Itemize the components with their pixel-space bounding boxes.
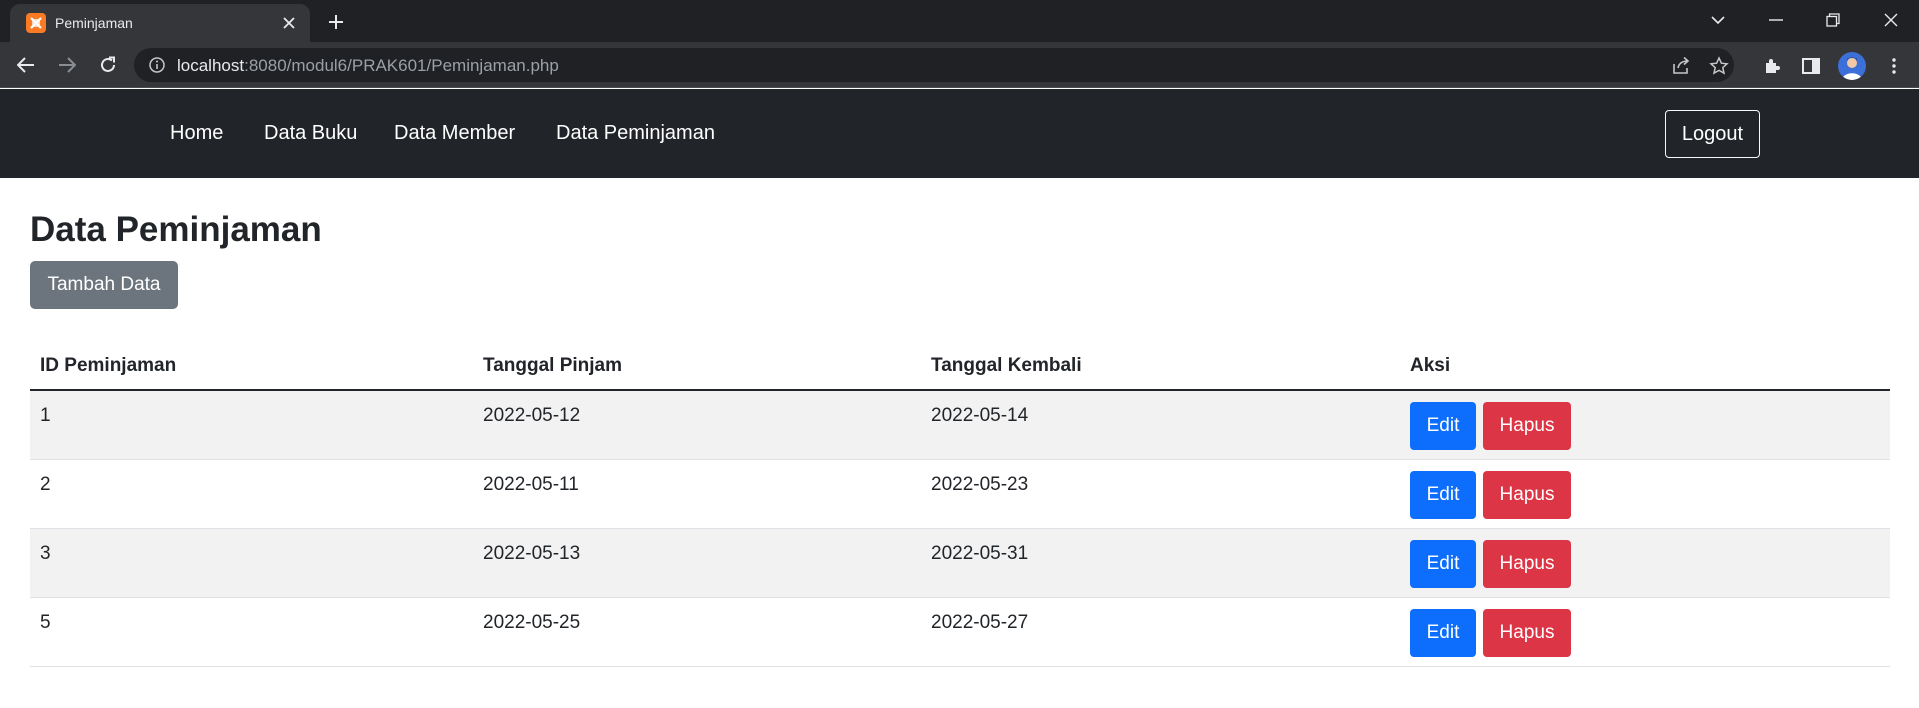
delete-button[interactable]: Hapus xyxy=(1483,540,1571,588)
header-aksi: Aksi xyxy=(1410,355,1451,376)
cell-tanggal-kembali: 2022-05-27 xyxy=(931,612,1029,633)
url-text: localhost:8080/modul6/PRAK601/Peminjaman… xyxy=(177,56,559,76)
tab-close-icon[interactable] xyxy=(278,12,300,34)
table-row: 1 2022-05-12 2022-05-14 Edit Hapus xyxy=(30,391,1890,460)
edit-button[interactable]: Edit xyxy=(1410,471,1476,519)
nav-link-data-peminjaman[interactable]: Data Peminjaman xyxy=(556,122,715,145)
extensions-puzzle-icon[interactable] xyxy=(1760,54,1784,78)
browser-toolbar: localhost:8080/modul6/PRAK601/Peminjaman… xyxy=(0,42,1919,88)
tab-title: Peminjaman xyxy=(55,15,133,31)
bookmark-star-icon[interactable] xyxy=(1708,55,1730,77)
share-icon[interactable] xyxy=(1670,55,1692,77)
edit-button[interactable]: Edit xyxy=(1410,540,1476,588)
tab-search-chevron-icon[interactable] xyxy=(1700,6,1736,34)
delete-button[interactable]: Hapus xyxy=(1483,471,1571,519)
nav-link-data-buku[interactable]: Data Buku xyxy=(264,122,357,145)
profile-avatar[interactable] xyxy=(1838,52,1866,80)
header-tanggal-kembali: Tanggal Kembali xyxy=(931,355,1082,376)
cell-tanggal-kembali: 2022-05-14 xyxy=(931,405,1029,426)
reload-icon[interactable] xyxy=(93,50,123,80)
table-row: 2 2022-05-11 2022-05-23 Edit Hapus xyxy=(30,460,1890,529)
window-close-icon[interactable] xyxy=(1873,6,1909,34)
header-id-peminjaman: ID Peminjaman xyxy=(40,355,177,376)
cell-tanggal-pinjam: 2022-05-12 xyxy=(483,405,581,426)
site-info-icon[interactable] xyxy=(148,56,166,74)
side-panel-icon[interactable] xyxy=(1799,54,1823,78)
site-navbar: Home Data Buku Data Member Data Peminjam… xyxy=(0,89,1919,178)
cell-id: 2 xyxy=(40,474,51,495)
back-arrow-icon[interactable] xyxy=(11,50,41,80)
restore-icon[interactable] xyxy=(1815,6,1851,34)
cell-id: 1 xyxy=(40,405,51,426)
forward-arrow-icon[interactable] xyxy=(52,50,82,80)
cell-tanggal-pinjam: 2022-05-11 xyxy=(483,474,579,495)
xampp-favicon-icon xyxy=(26,13,46,33)
logout-button[interactable]: Logout xyxy=(1665,110,1760,158)
edit-button[interactable]: Edit xyxy=(1410,402,1476,450)
cell-tanggal-kembali: 2022-05-31 xyxy=(931,543,1029,564)
nav-link-data-member[interactable]: Data Member xyxy=(394,122,515,145)
table-header: ID Peminjaman Tanggal Pinjam Tanggal Kem… xyxy=(30,341,1890,391)
cell-tanggal-pinjam: 2022-05-13 xyxy=(483,543,581,564)
cell-id: 3 xyxy=(40,543,51,564)
page-title: Data Peminjaman xyxy=(30,210,322,249)
table-row: 5 2022-05-25 2022-05-27 Edit Hapus xyxy=(30,598,1890,667)
nav-link-home[interactable]: Home xyxy=(170,122,223,145)
add-data-button[interactable]: Tambah Data xyxy=(30,261,178,309)
cell-id: 5 xyxy=(40,612,51,633)
header-tanggal-pinjam: Tanggal Pinjam xyxy=(483,355,623,376)
edit-button[interactable]: Edit xyxy=(1410,609,1476,657)
new-tab-plus-icon[interactable] xyxy=(322,8,350,36)
address-bar[interactable]: localhost:8080/modul6/PRAK601/Peminjaman… xyxy=(134,48,1734,82)
browser-tab[interactable]: Peminjaman xyxy=(10,4,310,42)
cell-tanggal-kembali: 2022-05-23 xyxy=(931,474,1029,495)
browser-menu-icon[interactable] xyxy=(1882,54,1906,78)
table-row: 3 2022-05-13 2022-05-31 Edit Hapus xyxy=(30,529,1890,598)
delete-button[interactable]: Hapus xyxy=(1483,402,1571,450)
browser-tab-strip: Peminjaman xyxy=(0,0,1919,42)
cell-tanggal-pinjam: 2022-05-25 xyxy=(483,612,581,633)
peminjaman-table: ID Peminjaman Tanggal Pinjam Tanggal Kem… xyxy=(30,341,1890,667)
url-path: :8080/modul6/PRAK601/Peminjaman.php xyxy=(244,56,559,75)
minimize-icon[interactable] xyxy=(1758,6,1794,34)
url-host: localhost xyxy=(177,56,245,75)
delete-button[interactable]: Hapus xyxy=(1483,609,1571,657)
